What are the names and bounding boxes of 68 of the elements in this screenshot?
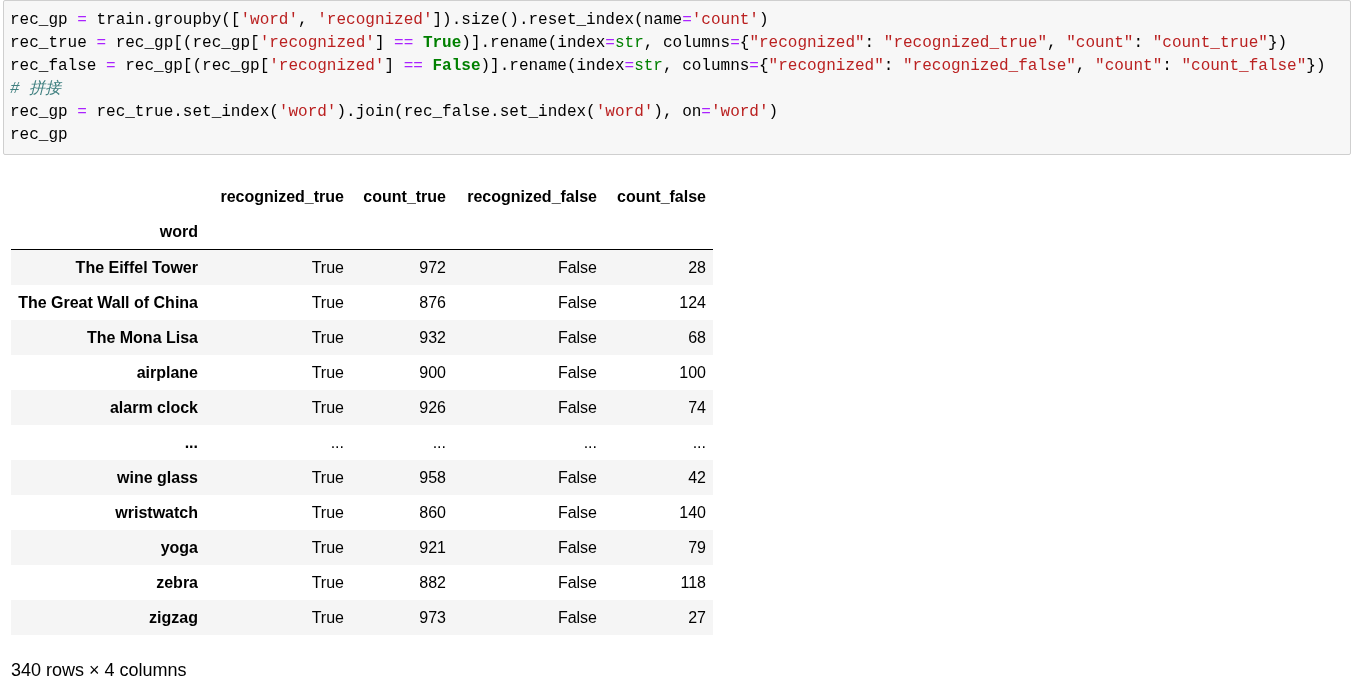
table-cell: 972 xyxy=(351,249,453,285)
row-label: The Eiffel Tower xyxy=(11,249,205,285)
code-line: # 拼接 xyxy=(10,79,63,100)
table-cell: 973 xyxy=(351,600,453,635)
table-cell: 882 xyxy=(351,565,453,600)
row-label: airplane xyxy=(11,355,205,390)
table-cell: ... xyxy=(351,425,453,460)
row-label: alarm clock xyxy=(11,390,205,425)
table-cell: True xyxy=(205,320,351,355)
row-label: wine glass xyxy=(11,460,205,495)
code-line: rec_gp = train.groupby(['word', 'recognized']).size().reset_index(name='count') xyxy=(10,10,770,31)
table-cell: True xyxy=(205,495,351,530)
table-cell: 140 xyxy=(604,495,713,530)
table-cell: 74 xyxy=(604,390,713,425)
table-cell: True xyxy=(205,530,351,565)
table-cell: 79 xyxy=(604,530,713,565)
row-label: zebra xyxy=(11,565,205,600)
table-cell: False xyxy=(453,460,604,495)
table-cell: 876 xyxy=(351,285,453,320)
table-cell: True xyxy=(205,285,351,320)
table-cell: 860 xyxy=(351,495,453,530)
column-header: recognized_false xyxy=(466,186,598,207)
row-label: zigzag xyxy=(11,600,205,635)
table-cell: True xyxy=(205,600,351,635)
table-cell: True xyxy=(205,565,351,600)
table-cell: ... xyxy=(604,425,713,460)
code-cell[interactable] xyxy=(3,0,1351,155)
code-line: rec_true = rec_gp[(rec_gp['recognized'] == True)].rename(index=str, columns={"recognized": "recognized_true", "count": "count_true"}) xyxy=(10,33,1289,54)
table-cell: False xyxy=(453,530,604,565)
code-line: rec_false = rec_gp[(rec_gp['recognized'] == False)].rename(index=str, columns={"recognized": "recognized_false", "count": "count_false"}) xyxy=(10,56,1327,77)
column-header: recognized_true xyxy=(219,186,345,207)
index-header: word xyxy=(11,214,205,250)
table-cell: 958 xyxy=(351,460,453,495)
table-cell: 118 xyxy=(604,565,713,600)
table-cell: False xyxy=(453,355,604,390)
table-cell: True xyxy=(205,249,351,285)
table-cell: False xyxy=(453,320,604,355)
table-cell: True xyxy=(205,390,351,425)
row-label: The Great Wall of China xyxy=(11,285,205,320)
table-cell: ... xyxy=(205,425,351,460)
table-cell: 932 xyxy=(351,320,453,355)
table-cell: False xyxy=(453,495,604,530)
table-cell: 124 xyxy=(604,285,713,320)
table-cell: 28 xyxy=(604,249,713,285)
row-label: The Mona Lisa xyxy=(11,320,205,355)
table-cell: 42 xyxy=(604,460,713,495)
table-cell: False xyxy=(453,249,604,285)
column-header: count_true xyxy=(362,186,447,207)
table-cell: 27 xyxy=(604,600,713,635)
code-line: rec_gp xyxy=(10,125,69,146)
row-label: wristwatch xyxy=(11,495,205,530)
table-cell: 68 xyxy=(604,320,713,355)
column-header: count_false xyxy=(616,186,707,207)
row-label: ... xyxy=(11,425,205,460)
table-cell: ... xyxy=(453,425,604,460)
table-cell: True xyxy=(205,355,351,390)
table-cell: False xyxy=(453,600,604,635)
code-line: rec_gp = rec_true.set_index('word').join(rec_false.set_index('word'), on='word') xyxy=(10,102,780,123)
table-cell: 921 xyxy=(351,530,453,565)
table-cell: 900 xyxy=(351,355,453,390)
table-cell: True xyxy=(205,460,351,495)
table-summary: 340 rows × 4 columns xyxy=(10,659,188,681)
table-cell: 926 xyxy=(351,390,453,425)
row-label: yoga xyxy=(11,530,205,565)
table-cell: False xyxy=(453,390,604,425)
table-cell: False xyxy=(453,285,604,320)
table-cell: False xyxy=(453,565,604,600)
table-cell: 100 xyxy=(604,355,713,390)
